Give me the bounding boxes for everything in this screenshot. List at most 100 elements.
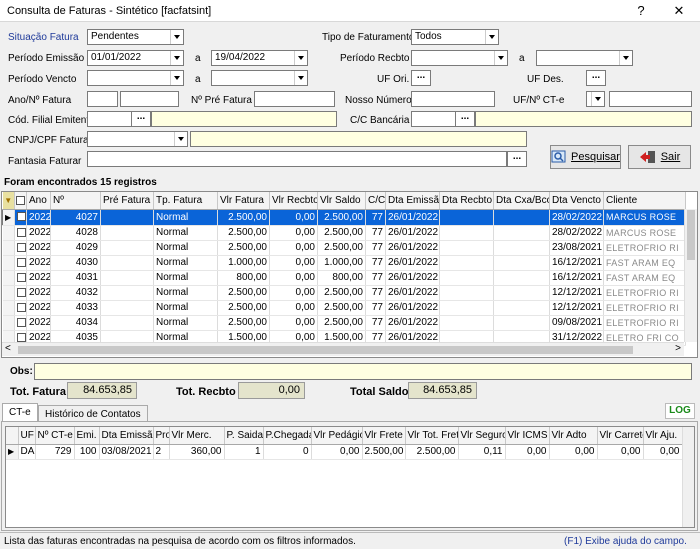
chevron-down-icon <box>619 51 632 65</box>
cte-col-header[interactable]: Vlr ICMS <box>505 427 550 445</box>
col-ano[interactable]: Ano <box>26 192 51 210</box>
cte-col-header[interactable]: Vlr Aju. <box>643 427 683 445</box>
tipo-faturamento-select[interactable]: Todos <box>411 29 499 45</box>
table-cell: 729 <box>35 444 75 460</box>
col-dta-vencto[interactable]: Dta Vencto <box>549 192 604 210</box>
table-cell <box>439 285 494 301</box>
faturas-vscrollbar[interactable] <box>684 209 697 342</box>
cte-col-header[interactable]: P.Chegada <box>263 427 312 445</box>
table-row[interactable]: 2022 4029 Normal 2.500,00 0,00 2.500,00 77 26/0… <box>2 240 686 256</box>
hscroll-thumb[interactable] <box>18 346 633 354</box>
scroll-left-icon[interactable]: < <box>5 343 11 354</box>
col-vlr-saldo[interactable]: Vlr Saldo <box>317 192 366 210</box>
col-pre-fatura[interactable]: Pré Fatura <box>100 192 154 210</box>
uf-ori-lookup-button[interactable]: ... <box>411 70 431 86</box>
cc-bancaria-input[interactable] <box>411 111 456 127</box>
cte-grid[interactable]: UFNº CT-eEmi.Dta EmissãoProVlr Merc.P. S… <box>5 426 695 528</box>
cte-col-header[interactable]: Vlr Pedágio <box>311 427 363 445</box>
pre-fatura-input[interactable] <box>254 91 335 107</box>
fantasia-lookup-button[interactable]: ... <box>507 151 527 167</box>
table-row[interactable]: 2022 4028 Normal 2.500,00 0,00 2.500,00 77 26/0… <box>2 225 686 241</box>
tab-cte[interactable]: CT-e <box>2 403 38 421</box>
table-cell: 23/08/2021 <box>549 240 604 256</box>
table-cell: Normal <box>153 240 218 256</box>
cte-col-header[interactable]: Vlr Adto <box>549 427 598 445</box>
row-checkbox[interactable] <box>14 209 27 226</box>
row-checkbox[interactable] <box>14 270 27 286</box>
cte-col-header[interactable]: Nº CT-e <box>35 427 75 445</box>
cc-bancaria-lookup-button[interactable]: ... <box>455 111 475 127</box>
row-checkbox[interactable] <box>14 240 27 256</box>
table-row[interactable]: 2022 4033 Normal 2.500,00 0,00 2.500,00 77 26/0… <box>2 300 686 316</box>
row-checkbox[interactable] <box>14 300 27 316</box>
numero-fatura-input[interactable] <box>120 91 179 107</box>
fantasia-input[interactable] <box>87 151 507 167</box>
table-cell <box>100 255 154 271</box>
sort-indicator[interactable]: ▼ <box>2 192 15 210</box>
col-dta-cxa-bco[interactable]: Dta Cxa/Bco <box>493 192 550 210</box>
col-vlr-fatura[interactable]: Vlr Fatura <box>217 192 270 210</box>
table-cell: 03/08/2021 <box>99 444 154 460</box>
cte-col-header[interactable]: Dta Emissão <box>99 427 154 445</box>
vencto-from-date[interactable] <box>87 70 184 86</box>
cte-col-header[interactable]: Vlr Seguro <box>458 427 506 445</box>
cte-col-header[interactable]: Pro <box>153 427 170 445</box>
scroll-right-icon[interactable]: > <box>675 343 681 354</box>
table-row[interactable]: ▶ 2022 4027 Normal 2.500,00 0,00 2.500,00 77 26/… <box>2 209 686 226</box>
ano-input[interactable] <box>87 91 118 107</box>
cte-col-header[interactable]: UF <box>18 427 36 445</box>
recbto-from-date[interactable] <box>411 50 508 66</box>
vencto-to-date[interactable] <box>211 70 308 86</box>
cte-col-header[interactable]: P. Saida <box>224 427 264 445</box>
cte-col-header[interactable]: Vlr Tot. Frete <box>405 427 459 445</box>
col-cc[interactable]: C/C <box>365 192 386 210</box>
tab-historico[interactable]: Histórico de Contatos <box>38 405 148 421</box>
uf-des-lookup-button[interactable]: ... <box>586 70 606 86</box>
table-cell: 0,00 <box>269 285 318 301</box>
table-cell: 28/02/2022 <box>549 209 604 226</box>
close-button[interactable]: ✕ <box>664 0 694 22</box>
table-row[interactable]: 2022 4032 Normal 2.500,00 0,00 2.500,00 77 26/0… <box>2 285 686 301</box>
scroll-thumb[interactable] <box>687 210 695 260</box>
table-cell: MARCUS ROSE <box>603 209 686 226</box>
cte-col-header[interactable]: Emi. <box>74 427 100 445</box>
emissao-from-date[interactable]: 01/01/2022 <box>87 50 184 66</box>
row-checkbox[interactable] <box>14 285 27 301</box>
pesquisar-button[interactable]: Pesquisar <box>550 145 621 169</box>
cte-vscrollbar[interactable] <box>682 427 694 527</box>
table-row[interactable]: 2022 4030 Normal 1.000,00 0,00 1.000,00 77 26/0… <box>2 255 686 271</box>
col-cliente[interactable]: Cliente <box>603 192 686 210</box>
numero-cte-input[interactable] <box>609 91 692 107</box>
uf-cte-select[interactable] <box>586 91 605 107</box>
col-vlr-recbto[interactable]: Vlr Recbto <box>269 192 318 210</box>
emissao-to-date[interactable]: 19/04/2022 <box>211 50 308 66</box>
filial-lookup-button[interactable]: ... <box>131 111 151 127</box>
cnpj-select[interactable] <box>87 131 188 147</box>
table-row[interactable]: 2022 4034 Normal 2.500,00 0,00 2.500,00 77 26/0… <box>2 315 686 331</box>
select-all-checkbox[interactable] <box>14 192 27 210</box>
table-cell: 2022 <box>26 255 51 271</box>
col-dta-recbto[interactable]: Dta Recbto <box>439 192 494 210</box>
col-numero[interactable]: Nº <box>50 192 101 210</box>
situacao-select[interactable]: Pendentes <box>87 29 184 45</box>
faturas-grid[interactable]: ▼ Ano Nº Pré Fatura Tp. Fatura Vlr Fatur… <box>1 191 698 358</box>
col-dta-emissao[interactable]: Dta Emissão <box>385 192 440 210</box>
help-button[interactable]: ? <box>626 0 656 22</box>
table-cell: 100 <box>74 444 100 460</box>
faturas-hscrollbar[interactable]: < > <box>2 342 684 356</box>
row-checkbox[interactable] <box>14 315 27 331</box>
cte-col-header[interactable]: Vlr Carreto <box>597 427 644 445</box>
log-indicator[interactable]: LOG <box>665 403 695 419</box>
cte-col-header[interactable]: Vlr Frete <box>362 427 406 445</box>
row-checkbox[interactable] <box>14 225 27 241</box>
recbto-to-date[interactable] <box>536 50 633 66</box>
table-cell: 2022 <box>26 270 51 286</box>
nosso-numero-input[interactable] <box>411 91 495 107</box>
cte-col-header[interactable]: Vlr Merc. <box>169 427 225 445</box>
sair-button[interactable]: Sair <box>628 145 691 169</box>
row-checkbox[interactable] <box>14 255 27 271</box>
filial-input[interactable] <box>87 111 132 127</box>
col-tp-fatura[interactable]: Tp. Fatura <box>153 192 218 210</box>
table-row[interactable]: 2022 4031 Normal 800,00 0,00 800,00 77 26/01/20… <box>2 270 686 286</box>
cte-row[interactable]: ▶ DA 729 100 03/08/2021 2 360,00 1 0 0,00 2.500,00… <box>6 444 683 460</box>
